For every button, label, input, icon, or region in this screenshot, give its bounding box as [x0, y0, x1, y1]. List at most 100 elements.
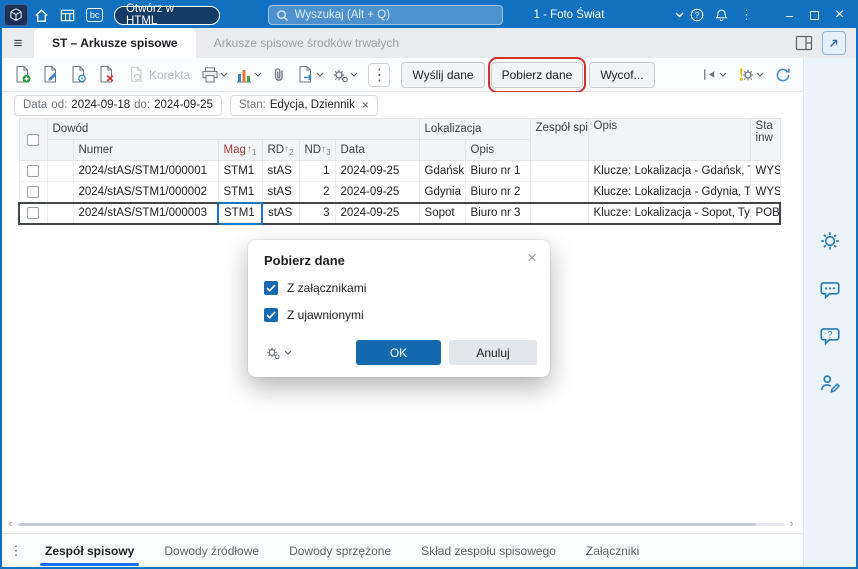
scroll-left-icon[interactable]: ‹ — [4, 518, 17, 530]
cell-nd[interactable]: 3 — [298, 201, 336, 225]
cell-nd[interactable]: 1 — [298, 160, 336, 182]
open-in-window-button[interactable] — [822, 31, 846, 55]
cell-rd[interactable]: stAS — [261, 181, 300, 203]
download-data-button[interactable]: Pobierz dane — [490, 61, 584, 88]
column-header-data[interactable]: Data — [334, 139, 420, 161]
cell-lok-opis[interactable]: Biuro nr 1 — [464, 160, 531, 182]
global-search[interactable] — [267, 5, 504, 25]
cell-stan[interactable]: WYSŁ — [749, 160, 781, 182]
cell-opis[interactable]: Klucze: Lokalizacja - Sopot, Typ — [587, 201, 751, 225]
analysis-button[interactable] — [233, 66, 264, 84]
scrollbar-thumb[interactable] — [19, 522, 757, 526]
idea-button[interactable] — [817, 228, 843, 254]
cell-numer[interactable]: 2024/stAS/STM1/000003 — [72, 201, 219, 225]
cancel-button[interactable]: Anuluj — [449, 340, 537, 365]
cell-zespol[interactable] — [529, 181, 589, 203]
row-icon-cell[interactable] — [46, 160, 74, 182]
cell-lokalizacja[interactable]: Sopot — [418, 201, 466, 225]
table-row[interactable]: 2024/stAS/STM1/000002 STM1 stAS 2 2024-0… — [18, 181, 781, 203]
cell-opis[interactable]: Klucze: Lokalizacja - Gdynia, Typ — [587, 181, 751, 203]
minimize-button[interactable]: – — [777, 2, 802, 28]
option-z-zalacznikami[interactable]: Z załącznikami — [264, 281, 534, 295]
scrollbar-track[interactable] — [17, 522, 785, 526]
cell-rd[interactable]: stAS — [261, 201, 300, 225]
tab-arkusze-spisowe[interactable]: ST – Arkusze spisowe — [34, 28, 196, 58]
cell-lokalizacja[interactable]: Gdynia — [418, 181, 466, 203]
refresh-button[interactable] — [771, 62, 795, 88]
cell-rd[interactable]: stAS — [261, 160, 300, 182]
home-button[interactable] — [28, 2, 55, 28]
cell-zespol[interactable] — [529, 201, 589, 225]
checkbox-checked[interactable] — [264, 281, 278, 295]
cell-nd[interactable]: 2 — [298, 181, 336, 203]
tab-zalaczniki[interactable]: Załączniki — [571, 534, 654, 568]
column-header-rd[interactable]: RD ↑2 — [261, 139, 300, 161]
new-record-button[interactable] — [10, 62, 35, 88]
maximize-button[interactable] — [802, 2, 827, 28]
column-header-numer[interactable]: Numer — [72, 139, 219, 161]
chat-button[interactable] — [817, 277, 843, 303]
column-header-opis[interactable]: Opis — [587, 118, 751, 161]
send-data-button[interactable]: Wyślij dane — [401, 61, 485, 88]
panel-layout-icon[interactable] — [795, 35, 813, 51]
option-z-ujawnionymi[interactable]: Z ujawnionymi — [264, 308, 534, 322]
company-selector[interactable]: 1 - Foto Świat — [533, 9, 684, 21]
delete-record-button[interactable] — [94, 62, 119, 88]
cell-mag[interactable]: STM1 — [217, 160, 263, 182]
withdraw-button[interactable]: Wycof... — [589, 61, 655, 88]
ok-button[interactable]: OK — [356, 340, 441, 365]
tab-arkusze-srodkow-trwalych[interactable]: Arkusze spisowe środków trwałych — [196, 28, 417, 58]
cell-mag[interactable]: STM1 — [217, 181, 263, 203]
table-row[interactable]: 2024/stAS/STM1/000001 STM1 stAS 1 2024-0… — [18, 160, 781, 182]
row-select-cell[interactable] — [18, 181, 48, 203]
main-menu-button[interactable]: ≡ — [2, 28, 34, 58]
tab-zespol-spisowy[interactable]: Zespół spisowy — [30, 534, 149, 568]
bottom-tabs-overflow-button[interactable]: ⋮ — [2, 543, 30, 559]
row-checkbox[interactable] — [27, 165, 39, 177]
cell-data[interactable]: 2024-09-25 — [334, 160, 420, 182]
cell-numer[interactable]: 2024/stAS/STM1/000002 — [72, 181, 219, 203]
feedback-button[interactable] — [817, 370, 843, 396]
scroll-right-icon[interactable]: › — [785, 518, 798, 530]
cell-opis[interactable]: Klucze: Lokalizacja - Gdańsk, Typ — [587, 160, 751, 182]
attachments-button[interactable] — [267, 62, 291, 88]
help-chat-button[interactable]: ? — [817, 323, 843, 349]
select-all-header[interactable] — [18, 118, 48, 161]
help-button[interactable]: ? — [684, 2, 709, 28]
column-header-stan[interactable]: Sta inw — [749, 118, 781, 161]
row-icon-cell[interactable] — [46, 201, 74, 225]
list-view-button[interactable] — [55, 2, 82, 28]
edit-record-button[interactable] — [38, 62, 63, 88]
cell-data[interactable]: 2024-09-25 — [334, 181, 420, 203]
cell-stan[interactable]: WYSŁ — [749, 181, 781, 203]
column-header-zespol-spisowy[interactable]: Zespół spisowy — [529, 118, 589, 161]
open-in-html-button[interactable]: Otwórz w HTML — [113, 3, 220, 27]
table-row-selected[interactable]: 2024/stAS/STM1/000003 STM1 stAS 3 2024-0… — [18, 201, 782, 225]
cell-lok-opis[interactable]: Biuro nr 2 — [464, 181, 531, 203]
column-group-dowod[interactable]: Dowód — [46, 118, 420, 140]
panel-toggle-button[interactable] — [699, 66, 729, 83]
row-icon-cell[interactable] — [46, 181, 74, 203]
state-filter-chip[interactable]: Stan: Edycja, Dziennik × — [229, 94, 378, 116]
preview-record-button[interactable] — [66, 62, 91, 88]
row-select-cell[interactable] — [18, 201, 48, 225]
cell-lok-opis[interactable]: Biuro nr 3 — [464, 201, 531, 225]
date-filter-chip[interactable]: Data od: 2024-09-18 do: 2024-09-25 — [14, 94, 222, 116]
bc-button[interactable]: bc — [81, 2, 108, 28]
dialog-close-button[interactable]: × — [527, 249, 537, 266]
cell-data[interactable]: 2024-09-25 — [334, 201, 420, 225]
column-group-lokalizacja[interactable]: Lokalizacja — [418, 118, 531, 140]
export-button[interactable] — [294, 65, 326, 84]
tab-dowody-zrodlowe[interactable]: Dowody źródłowe — [149, 534, 274, 568]
cell-stan[interactable]: POBR — [749, 201, 782, 225]
topbar-more-button[interactable]: ⋮ — [734, 2, 759, 28]
print-button[interactable] — [199, 66, 230, 84]
tab-dowody-sprzezone[interactable]: Dowody sprzężone — [274, 534, 406, 568]
row-checkbox[interactable] — [27, 207, 40, 219]
column-header-mag[interactable]: Mag ↑1 — [217, 139, 263, 161]
dialog-settings-button[interactable] — [264, 344, 292, 361]
column-header-lokalizacja-kod[interactable] — [418, 139, 466, 161]
cell-mag-focused[interactable]: STM1 — [217, 201, 263, 225]
horizontal-scrollbar[interactable]: ‹ › — [4, 518, 798, 530]
cell-numer[interactable]: 2024/stAS/STM1/000001 — [72, 160, 219, 182]
